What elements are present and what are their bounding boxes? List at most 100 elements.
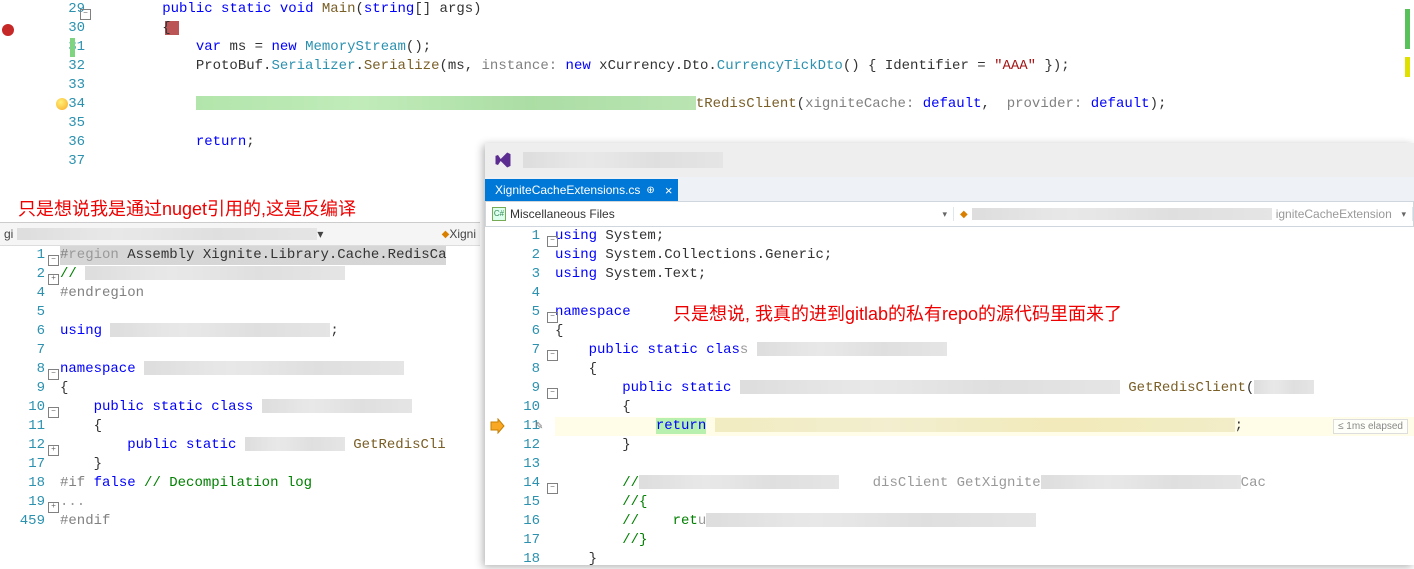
line-number[interactable]: 12 — [485, 436, 540, 455]
code-line[interactable]: } — [60, 455, 102, 474]
line-number[interactable]: 5 — [485, 303, 540, 322]
line-number[interactable]: 37 — [0, 152, 85, 171]
line-number[interactable]: 17 — [0, 455, 45, 474]
line-number[interactable]: 18 — [0, 474, 45, 493]
fold-toggle[interactable]: − — [547, 388, 558, 399]
line-number[interactable]: 11 — [0, 417, 45, 436]
code-line[interactable]: #region Assembly Xignite.Library.Cache.R… — [60, 246, 446, 265]
line-number[interactable]: 17 — [485, 531, 540, 550]
code-line[interactable]: return; — [95, 133, 255, 152]
code-line[interactable]: public static GetRedisCli — [60, 436, 446, 455]
code-line[interactable]: { — [60, 379, 68, 398]
code-line[interactable]: using System.Text; — [555, 265, 706, 284]
line-number[interactable]: 34 — [0, 95, 85, 114]
line-number[interactable]: 13 — [485, 455, 540, 474]
code-line[interactable]: var ms = new MemoryStream(); — [95, 38, 431, 57]
fold-toggle[interactable]: − — [48, 407, 59, 418]
line-number[interactable]: 9 — [485, 379, 540, 398]
line-number[interactable]: 33 — [0, 76, 85, 95]
code-line[interactable]: namespace — [60, 360, 404, 379]
line-number[interactable]: 2 — [485, 246, 540, 265]
peek-window[interactable]: XigniteCacheExtensions.cs ⊕ × C# Miscell… — [485, 143, 1414, 565]
line-number[interactable]: 9 — [0, 379, 45, 398]
code-line[interactable]: //{ — [555, 493, 647, 512]
fold-toggle[interactable]: − — [547, 350, 558, 361]
code-line[interactable]: #endregion — [60, 284, 144, 303]
line-number[interactable]: 1 — [0, 246, 45, 265]
code-line[interactable]: // retu — [555, 512, 1036, 531]
line-number[interactable]: 30 — [0, 19, 85, 38]
line-number[interactable]: 8 — [485, 360, 540, 379]
fold-toggle[interactable]: − — [48, 369, 59, 380]
code-line[interactable]: } — [555, 550, 597, 569]
code-line[interactable]: { — [555, 322, 563, 341]
line-number[interactable]: 15 — [485, 493, 540, 512]
line-number[interactable]: 35 — [0, 114, 85, 133]
line-number[interactable]: 6 — [485, 322, 540, 341]
code-line[interactable]: public static GetRedisClient( — [555, 379, 1314, 398]
line-number[interactable]: 1 — [485, 227, 540, 246]
decompile-editor[interactable]: gi ▾ ◆ Xigni 12456789101112171819459 #re… — [0, 222, 480, 566]
line-number[interactable]: 36 — [0, 133, 85, 152]
line-number[interactable]: 8 — [0, 360, 45, 379]
code-line[interactable]: #endif — [60, 512, 110, 531]
line-number[interactable]: 459 — [0, 512, 45, 531]
window-titlebar[interactable] — [485, 143, 1414, 177]
nav-dropdown-icon[interactable]: ▾ — [317, 227, 323, 241]
fold-toggle[interactable]: + — [48, 502, 59, 513]
code-line[interactable]: return ; — [555, 417, 1243, 436]
code-line[interactable]: { — [555, 398, 631, 417]
line-number[interactable]: 6 — [0, 322, 45, 341]
line-number[interactable]: 7 — [0, 341, 45, 360]
fold-toggle[interactable]: + — [48, 445, 59, 456]
code-line[interactable]: public static class — [60, 398, 412, 417]
fold-toggle[interactable]: − — [48, 255, 59, 266]
code-line[interactable]: } — [555, 436, 631, 455]
lightbulb-icon[interactable] — [56, 98, 68, 110]
fold-toggle[interactable]: − — [547, 236, 558, 247]
code-line[interactable]: public static class — [555, 341, 947, 360]
pin-icon[interactable]: ⊕ — [646, 185, 654, 196]
chevron-down-icon[interactable]: ▾ — [942, 209, 947, 220]
line-number[interactable]: 12 — [0, 436, 45, 455]
line-number[interactable]: 3 — [485, 265, 540, 284]
line-number[interactable]: 10 — [485, 398, 540, 417]
line-number[interactable]: 2 — [0, 265, 45, 284]
code-line[interactable]: // disClient GetXigniteCac — [555, 474, 1266, 493]
fold-toggle[interactable]: + — [48, 274, 59, 285]
navigation-bar[interactable]: gi ▾ ◆ Xigni — [0, 223, 480, 246]
breadcrumb-bar[interactable]: C# Miscellaneous Files ▾ ◆ igniteCacheEx… — [485, 201, 1414, 227]
line-number[interactable]: 4 — [485, 284, 540, 303]
line-number[interactable]: 16 — [485, 512, 540, 531]
code-line[interactable]: { — [555, 360, 597, 379]
code-line[interactable]: using ; — [60, 322, 339, 341]
line-number-gutter[interactable]: 12456789101112171819459 — [0, 246, 50, 567]
fold-toggle[interactable]: − — [547, 312, 558, 323]
code-line[interactable]: ... — [60, 493, 85, 512]
line-number[interactable]: 7 — [485, 341, 540, 360]
chevron-down-icon[interactable]: ▾ — [1401, 209, 1406, 220]
code-line[interactable]: using System.Collections.Generic; — [555, 246, 832, 265]
code-line[interactable]: { — [60, 417, 102, 436]
code-line[interactable]: using System; — [555, 227, 664, 246]
line-number[interactable]: 14 — [485, 474, 540, 493]
main-editor[interactable]: 293031323334353637 public static void Ma… — [0, 0, 1414, 165]
line-number[interactable]: 4 — [0, 284, 45, 303]
line-number[interactable]: 29 — [0, 0, 85, 19]
fold-toggle[interactable]: − — [80, 9, 91, 20]
line-number[interactable]: 18 — [485, 550, 540, 569]
line-number[interactable]: 5 — [0, 303, 45, 322]
code-line[interactable]: #if false // Decompilation log — [60, 474, 312, 493]
code-line[interactable]: //} — [555, 531, 647, 550]
code-line[interactable]: { — [95, 19, 171, 38]
close-icon[interactable]: × — [665, 183, 673, 198]
line-number[interactable]: 19 — [0, 493, 45, 512]
code-line[interactable]: namespace — [555, 303, 631, 322]
code-line[interactable]: ProtoBuf.Serializer.Serialize(ms, instan… — [95, 57, 1070, 76]
code-line[interactable]: tRedisClient(xigniteCache: default, prov… — [95, 95, 1166, 114]
fold-toggle[interactable]: − — [547, 483, 558, 494]
line-number[interactable]: 32 — [0, 57, 85, 76]
line-number-gutter[interactable]: 293031323334353637 — [0, 0, 90, 165]
tab-active[interactable]: XigniteCacheExtensions.cs ⊕ × — [485, 179, 678, 201]
code-line[interactable]: public static void Main(string[] args) — [95, 0, 482, 19]
